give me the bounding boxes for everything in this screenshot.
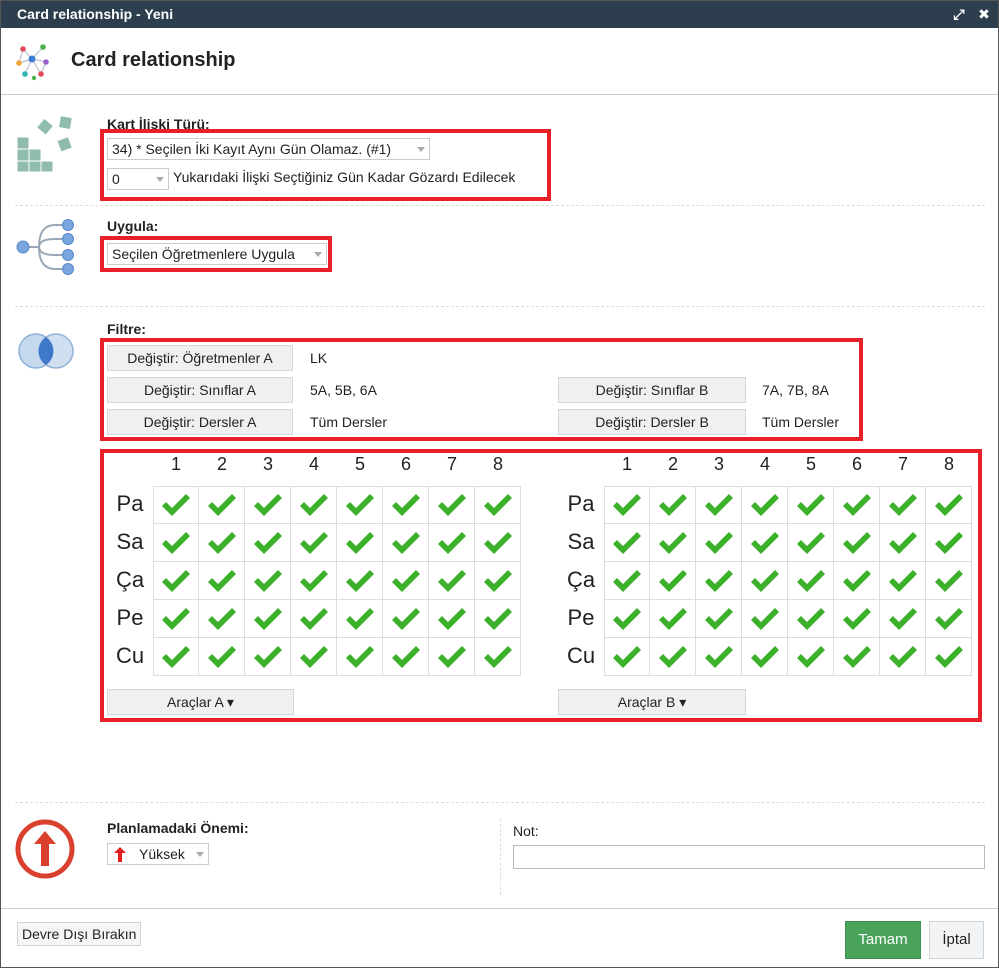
disable-button[interactable]: Devre Dışı Bırakın	[17, 922, 142, 946]
page-title: Card relationship	[71, 49, 236, 71]
section-divider	[15, 802, 985, 803]
note-label: Not:	[513, 823, 539, 839]
cards-icon	[16, 116, 72, 173]
importance-value: Yüksek	[139, 846, 185, 862]
section-divider	[15, 205, 985, 206]
close-icon[interactable]: ✖	[975, 1, 993, 28]
dialog-header: Card relationship	[1, 28, 998, 95]
highlight-box	[100, 338, 863, 441]
apply-label: Uygula:	[107, 218, 159, 234]
red-arrow-up-icon	[114, 847, 126, 862]
chevron-down-icon	[196, 852, 204, 857]
section-divider	[15, 306, 985, 307]
window-title: Card relationship - Yeni	[17, 6, 174, 22]
venn-icon	[18, 333, 74, 369]
vertical-divider	[500, 819, 501, 895]
importance-label: Planlamadaki Önemi:	[107, 820, 249, 836]
cancel-button[interactable]: İptal	[929, 921, 984, 959]
highlight-box	[100, 236, 332, 272]
importance-select[interactable]: Yüksek	[107, 843, 209, 865]
arrow-up-circle-icon	[15, 819, 75, 879]
highlight-box	[100, 449, 982, 722]
card-relationship-window: Card relationship - Yeni ⤢ ✖ Card relati…	[0, 0, 999, 968]
filter-label: Filtre:	[107, 321, 146, 337]
maximize-icon[interactable]: ⤢	[950, 1, 968, 28]
window-titlebar[interactable]: Card relationship - Yeni ⤢ ✖	[1, 1, 998, 28]
note-input[interactable]	[513, 845, 985, 869]
highlight-box	[100, 129, 551, 201]
tree-branch-icon	[16, 219, 74, 275]
network-graph-icon	[16, 44, 49, 81]
ok-button[interactable]: Tamam	[845, 921, 921, 959]
